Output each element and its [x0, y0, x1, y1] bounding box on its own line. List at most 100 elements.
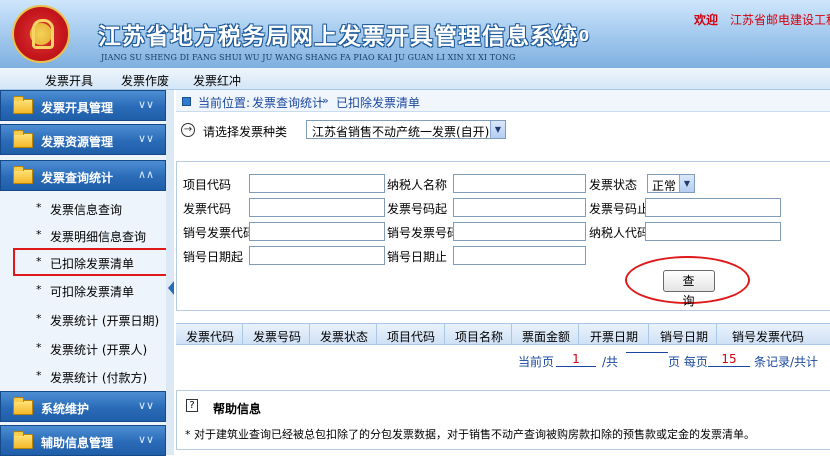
invoice-type-label: 请选择发票种类: [203, 125, 288, 139]
sidebar-item-invoice-detail-query[interactable]: * 发票明细信息查询: [0, 222, 166, 249]
top-menu-red-invoice[interactable]: 发票红冲: [193, 72, 241, 89]
sidebar-item-label: 已扣除发票清单: [50, 257, 135, 271]
sidebar-item-stats-by-payer[interactable]: * 发票统计 (付款方): [0, 363, 166, 390]
help-text: * 对于建筑业查询已经被总包扣除了的分包发票数据，对于销售不动产查询被购房款扣除…: [185, 428, 755, 441]
pager-current-label: 当前页: [518, 355, 555, 369]
column-invoice-code: 发票代码: [186, 330, 235, 344]
pager-per-page[interactable]: 15: [708, 352, 750, 367]
cancel-invoice-no-label: 销号发票号码: [387, 226, 460, 240]
column-divider: [648, 324, 649, 345]
invoice-status-label: 发票状态: [589, 178, 638, 192]
breadcrumb-current: 已扣除发票清单: [336, 96, 421, 110]
system-title: 江苏省地方税务局网上发票开具管理信息系统: [98, 24, 578, 50]
project-code-input[interactable]: [249, 174, 385, 193]
column-project-code: 项目代码: [387, 330, 436, 344]
column-divider: [716, 324, 717, 345]
taxpayer-name-input[interactable]: [453, 174, 586, 193]
taxpayer-name-label: 纳税人名称: [387, 178, 448, 192]
column-issue-date: 开票日期: [590, 330, 639, 344]
help-panel: ? 帮助信息 * 对于建筑业查询已经被总包扣除了的分包发票数据，对于销售不动产查…: [176, 390, 830, 450]
sidebar-item-label: 可扣除发票清单: [50, 285, 135, 299]
column-invoice-status: 发票状态: [320, 330, 369, 344]
sidebar-group-invoice-query[interactable]: 发票查询统计 ∧∧: [0, 160, 166, 191]
top-menu-issue-invoice[interactable]: 发票开具: [45, 72, 93, 89]
pagination: 当前页 1 /共 页 每页 15 条记录/共计: [176, 352, 830, 370]
chevron-down-icon[interactable]: ▼: [490, 121, 505, 138]
taxpayer-code-input[interactable]: [645, 222, 781, 241]
double-chevron-up-icon: ∧∧: [138, 168, 155, 181]
system-version: V1.0: [551, 27, 590, 45]
sidebar-group-label: 系统维护: [41, 402, 90, 416]
arrow-circle-right-icon: →: [181, 123, 195, 137]
folder-icon: [13, 397, 33, 415]
top-menu-void-invoice[interactable]: 发票作废: [121, 72, 169, 89]
invoice-no-end-input[interactable]: [645, 198, 781, 217]
cancel-date-end-label: 销号日期止: [387, 250, 448, 264]
welcome-user-name: 江苏省邮电建设工程: [730, 13, 830, 27]
breadcrumb-prefix: 当前位置:: [198, 96, 251, 110]
column-project-name: 项目名称: [455, 330, 504, 344]
column-cancel-invoice-code: 销号发票代码: [732, 330, 805, 344]
bullet-icon: *: [36, 369, 42, 382]
cancel-invoice-code-input[interactable]: [249, 222, 385, 241]
bullet-icon: *: [36, 201, 42, 214]
tax-emblem-logo: [12, 5, 70, 63]
chevron-down-icon[interactable]: ▼: [679, 175, 694, 192]
invoice-no-end-label: 发票号码止: [589, 202, 650, 216]
help-question-icon: ?: [186, 399, 198, 412]
cancel-date-end-input[interactable]: [453, 246, 586, 265]
sidebar-group-system-maintenance[interactable]: 系统维护 ∨∨: [0, 391, 166, 422]
taxpayer-code-label: 纳税人代码: [589, 226, 650, 240]
sidebar-item-label: 发票统计 (开票人): [50, 343, 148, 357]
column-cancel-date: 销号日期: [660, 330, 709, 344]
sidebar-group-invoice-resource[interactable]: 发票资源管理 ∨∨: [0, 124, 166, 155]
sidebar-group-label: 发票查询统计: [41, 171, 114, 185]
folder-icon: [13, 96, 33, 114]
system-pinyin-subtitle: JIANG SU SHENG DI FANG SHUI WU JU WANG S…: [101, 53, 516, 62]
invoice-type-select[interactable]: 江苏省销售不动产统一发票(自开) ▼: [306, 120, 506, 139]
top-menu-bar: 发票开具 发票作废 发票红冲: [0, 68, 830, 90]
column-divider: [511, 324, 512, 345]
pager-current-page[interactable]: 1: [556, 352, 596, 367]
sidebar-item-deductible-invoice-list[interactable]: * 可扣除发票清单: [0, 277, 166, 304]
pager-records-label: 条记录/共计: [754, 355, 819, 369]
invoice-no-start-input[interactable]: [453, 198, 586, 217]
invoice-type-row: → 请选择发票种类 江苏省销售不动产统一发票(自开) ▼: [176, 118, 830, 146]
breadcrumb-section[interactable]: 发票查询统计: [252, 94, 324, 111]
invoice-status-select[interactable]: 正常 ▼: [647, 174, 695, 193]
sidebar-group-label: 发票开具管理: [41, 101, 114, 115]
collapse-arrow-icon[interactable]: [168, 281, 174, 295]
sidebar-item-stats-by-date[interactable]: * 发票统计 (开票日期): [0, 306, 166, 333]
query-button[interactable]: 查 询: [663, 270, 715, 308]
invoice-code-label: 发票代码: [183, 202, 232, 216]
sidebar-item-invoice-info-query[interactable]: * 发票信息查询: [0, 195, 166, 222]
breadcrumb-separator-icon: -»: [318, 94, 329, 107]
sidebar-item-label: 发票明细信息查询: [50, 230, 147, 244]
sidebar-item-deducted-invoice-list[interactable]: * 已扣除发票清单: [13, 248, 170, 276]
project-code-label: 项目代码: [183, 178, 232, 192]
invoice-status-value: 正常: [652, 179, 677, 193]
sidebar-group-auxiliary-info[interactable]: 辅助信息管理 ∨∨: [0, 425, 166, 456]
bullet-icon: *: [36, 341, 42, 354]
location-icon: [182, 97, 191, 106]
column-invoice-no: 发票号码: [253, 330, 302, 344]
cancel-invoice-no-input[interactable]: [453, 222, 586, 241]
invoice-no-start-label: 发票号码起: [387, 202, 448, 216]
sidebar-group-invoice-issue[interactable]: 发票开具管理 ∨∨: [0, 90, 166, 121]
sidebar: 发票开具管理 ∨∨ 发票资源管理 ∨∨ 发票查询统计 ∧∧ * 发票信息查询 *…: [0, 90, 170, 456]
double-chevron-down-icon: ∨∨: [138, 98, 155, 111]
column-divider: [376, 324, 377, 345]
sidebar-item-stats-by-issuer[interactable]: * 发票统计 (开票人): [0, 335, 166, 362]
folder-icon: [13, 130, 33, 148]
column-divider: [578, 324, 579, 345]
double-chevron-down-icon: ∨∨: [138, 433, 155, 446]
sidebar-collapse-bar[interactable]: [166, 90, 174, 455]
invoice-code-input[interactable]: [249, 198, 385, 217]
sidebar-item-label: 发票信息查询: [50, 203, 123, 217]
welcome-label: 欢迎: [694, 13, 719, 27]
sidebar-item-label: 发票统计 (付款方): [50, 371, 148, 385]
cancel-invoice-code-label: 销号发票代码: [183, 226, 256, 240]
bullet-icon: *: [36, 228, 42, 241]
cancel-date-start-input[interactable]: [249, 246, 385, 265]
app-header: 江苏省地方税务局网上发票开具管理信息系统 V1.0 JIANG SU SHENG…: [0, 0, 830, 68]
